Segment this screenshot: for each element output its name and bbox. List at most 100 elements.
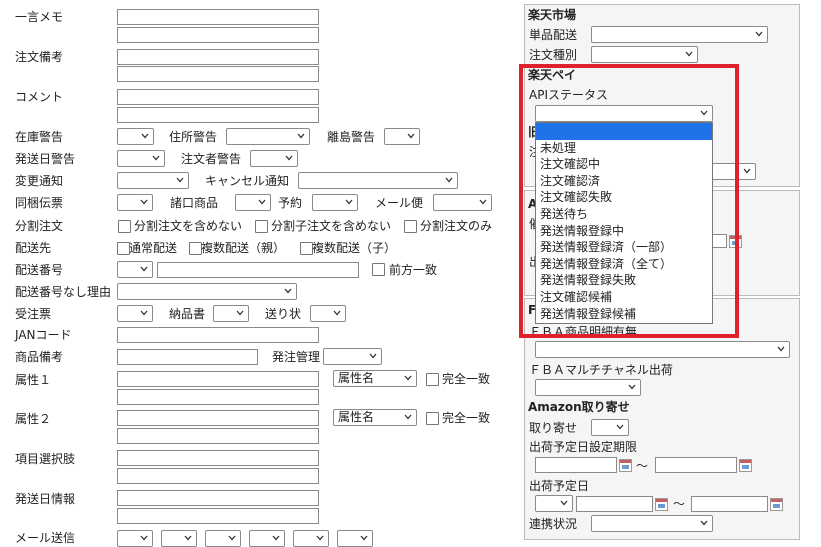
bunkatsu-fukumanai-checkbox[interactable]	[118, 220, 131, 233]
zokusei2-label: 属性２	[15, 412, 52, 426]
yoteibi-from-input[interactable]	[576, 496, 653, 512]
juchuhyo-label: 受注票	[15, 307, 52, 321]
juchuhyo-select[interactable]	[117, 305, 153, 322]
zaiko-keikoku-select[interactable]	[117, 128, 154, 145]
ichigon-memo-label: 一言メモ	[15, 10, 64, 24]
chumon-biko-input-1[interactable]	[117, 49, 319, 65]
zokusei2-input-2[interactable]	[117, 428, 319, 444]
toriyose-label: 取り寄せ	[529, 421, 578, 435]
bunkatsu-label: 分割注文	[15, 219, 64, 233]
mail-soshin-select-3[interactable]	[205, 530, 241, 547]
henko-tsuchi-label: 変更通知	[15, 174, 64, 188]
mail-soshin-select-4[interactable]	[249, 530, 285, 547]
jusho-keikoku-label: 住所警告	[169, 130, 218, 144]
zenpo-icchi-checkbox[interactable]	[372, 263, 385, 276]
zokusei2-kanzen-checkbox[interactable]	[426, 412, 439, 425]
zokusei1-input-1[interactable]	[117, 371, 319, 387]
zokusei1-kanzen-checkbox[interactable]	[426, 373, 439, 386]
mail-soshin-select-2[interactable]	[161, 530, 197, 547]
calendar-icon[interactable]	[619, 459, 632, 472]
ichigon-memo-input-1[interactable]	[117, 9, 319, 25]
bunkatsu-fukumanai-label: 分割注文を含めない	[134, 219, 243, 233]
henko-tsuchi-select[interactable]	[117, 172, 189, 189]
rito-keikoku-label: 離島警告	[327, 130, 376, 144]
komoku-input-1[interactable]	[117, 450, 319, 466]
zokusei2-name-select[interactable]: 属性名	[333, 409, 417, 426]
yoyaku-label: 予約	[278, 196, 303, 210]
toriyose-select[interactable]	[591, 419, 629, 436]
chumon-biko-label: 注文備考	[15, 50, 64, 64]
zokusei2-input-1[interactable]	[117, 410, 319, 426]
mail-soshin-select-6[interactable]	[337, 530, 373, 547]
hatchu-kanri-label: 発注管理	[272, 350, 321, 364]
haiso-nashi-riyu-select[interactable]	[117, 283, 297, 300]
haiso-bango-input[interactable]	[157, 262, 359, 278]
yoteibi-to-input[interactable]	[691, 496, 768, 512]
zaiko-keikoku-label: 在庫警告	[15, 130, 64, 144]
okurijo-select[interactable]	[310, 305, 346, 322]
shohin-biko-input[interactable]	[117, 349, 258, 365]
chumonsha-keikoku-select[interactable]	[250, 150, 298, 167]
kigen-label: 出荷予定日設定期限	[529, 440, 638, 454]
hasso-keikoku-select[interactable]	[117, 150, 165, 167]
hasso-keikoku-label: 発送日警告	[15, 152, 76, 166]
jan-label: JANコード	[15, 328, 72, 342]
renkei-select[interactable]	[591, 515, 713, 532]
hassobi-input-1[interactable]	[117, 490, 319, 506]
zokusei1-input-2[interactable]	[117, 389, 319, 405]
highlight-callout-box	[519, 64, 739, 338]
calendar-icon[interactable]	[739, 459, 752, 472]
renkei-label: 連携状況	[529, 517, 578, 531]
bunkatsu-nomi-checkbox[interactable]	[404, 220, 417, 233]
hatchu-kanri-select[interactable]	[323, 348, 382, 365]
cancel-tsuchi-select[interactable]	[298, 172, 458, 189]
tanpin-haiso-select[interactable]	[591, 26, 768, 43]
kigen-from-input[interactable]	[535, 457, 617, 473]
zokusei1-name-select[interactable]: 属性名	[333, 370, 417, 387]
fba-multi-label: ＦＢＡマルチチャネル出荷	[529, 363, 673, 377]
fba-multi-select[interactable]	[535, 379, 641, 396]
hassobi-joho-label: 発送日情報	[15, 492, 76, 506]
haiso-bango-label: 配送番号	[15, 263, 64, 277]
tanpin-haiso-label: 単品配送	[529, 28, 578, 42]
yoteibi-tilde: 〜	[673, 497, 686, 511]
cancel-tsuchi-label: キャンセル通知	[205, 174, 290, 188]
komoku-sentakushi-label: 項目選択肢	[15, 452, 76, 466]
mail-soshin-select-5[interactable]	[293, 530, 329, 547]
mail-bin-select[interactable]	[433, 194, 492, 211]
fukusu-ko-label: 複数配送（子）	[312, 241, 397, 255]
shohin-biko-label: 商品備考	[15, 350, 64, 364]
shoguchi-select[interactable]	[235, 194, 271, 211]
nohinsho-select[interactable]	[213, 305, 249, 322]
hassobi-input-2[interactable]	[117, 508, 319, 524]
zokusei2-kanzen-label: 完全一致	[442, 411, 491, 425]
dokon-denpyo-label: 同梱伝票	[15, 196, 64, 210]
kigen-to-input[interactable]	[655, 457, 737, 473]
chumon-shubetsu-select[interactable]	[591, 46, 698, 63]
haiso-bango-select[interactable]	[117, 261, 153, 278]
bunkatsu-nomi-label: 分割注文のみ	[420, 219, 493, 233]
comment-input-1[interactable]	[117, 89, 319, 105]
nohinsho-label: 納品書	[169, 307, 206, 321]
chumon-biko-input-2[interactable]	[117, 66, 319, 82]
fba-meisai-select[interactable]	[535, 341, 790, 358]
jusho-keikoku-select[interactable]	[226, 128, 310, 145]
rito-keikoku-select[interactable]	[384, 128, 420, 145]
bunkatsu-ko-checkbox[interactable]	[255, 220, 268, 233]
okurijo-label: 送り状	[265, 307, 302, 321]
calendar-icon[interactable]	[655, 498, 668, 511]
mail-soshin-label: メール送信	[15, 531, 76, 545]
chumonsha-keikoku-label: 注文者警告	[181, 152, 242, 166]
ichigon-memo-input-2[interactable]	[117, 27, 319, 43]
zenpo-icchi-label: 前方一致	[389, 263, 438, 277]
comment-label: コメント	[15, 90, 64, 104]
kigen-tilde: 〜	[636, 459, 649, 473]
jan-input[interactable]	[117, 327, 319, 343]
comment-input-2[interactable]	[117, 107, 319, 123]
calendar-icon[interactable]	[770, 498, 783, 511]
mail-soshin-select-1[interactable]	[117, 530, 153, 547]
yoteibi-select[interactable]	[535, 495, 573, 512]
yoyaku-select[interactable]	[312, 194, 358, 211]
komoku-input-2[interactable]	[117, 468, 319, 484]
dokon-denpyo-select[interactable]	[117, 194, 153, 211]
